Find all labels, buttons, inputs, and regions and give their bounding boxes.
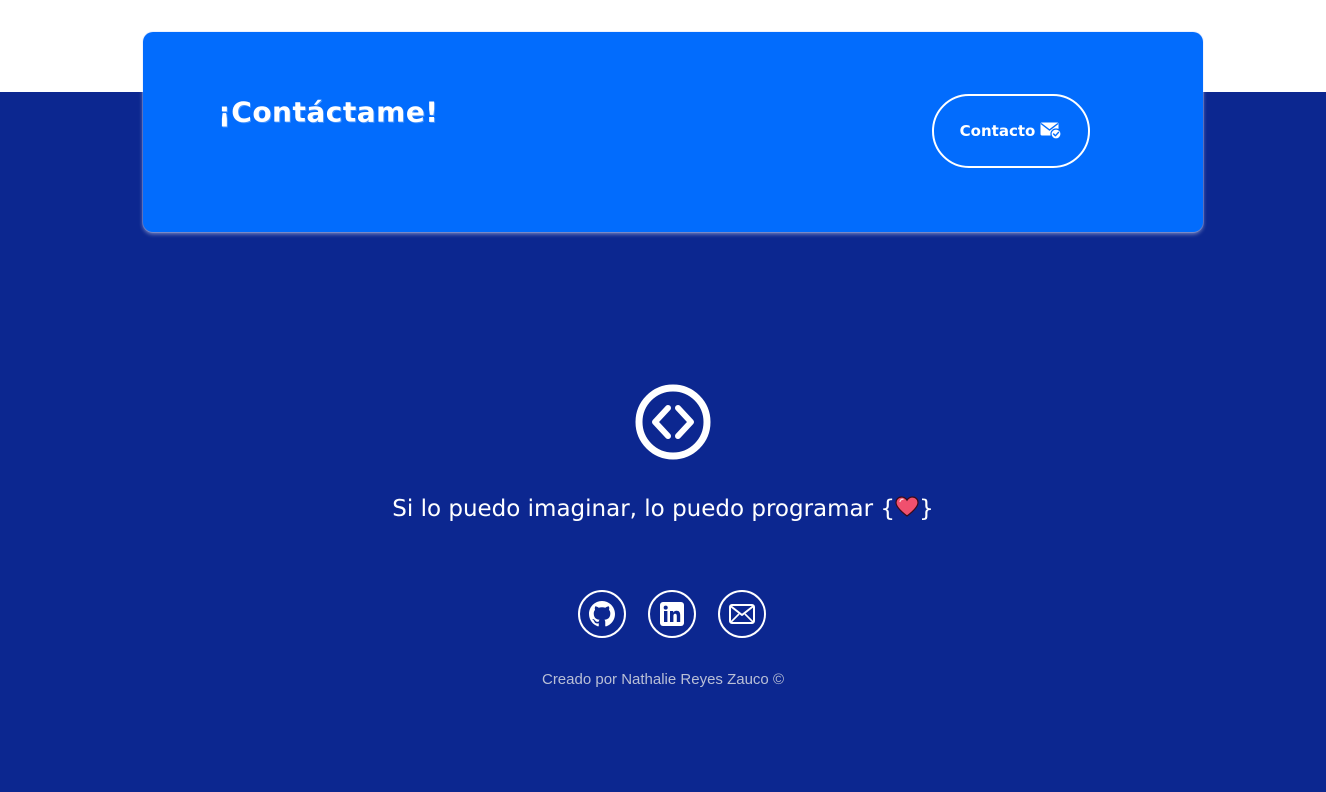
tagline-open-brace: {: [880, 496, 896, 522]
tagline: Si lo puedo imaginar, lo puedo programar…: [0, 496, 1326, 522]
heart-icon: [895, 496, 919, 518]
footer-credit: Creado por Nathalie Reyes Zauco ©: [541, 671, 784, 688]
linkedin-icon: [660, 602, 684, 626]
tagline-close-brace: }: [919, 496, 934, 522]
github-icon: [589, 601, 615, 627]
contact-button-label: Contacto: [959, 122, 1036, 140]
linkedin-link[interactable]: [648, 590, 696, 638]
github-link[interactable]: [578, 590, 626, 638]
contact-card: ¡Contáctame! Contacto: [143, 32, 1203, 232]
email-icon: [729, 604, 755, 624]
mail-check-icon: [1040, 122, 1062, 140]
email-link[interactable]: [718, 590, 766, 638]
contact-button[interactable]: Contacto: [932, 94, 1090, 168]
tagline-text: Si lo puedo imaginar, lo puedo programar: [392, 496, 874, 522]
code-brackets-circle-icon: [635, 384, 711, 460]
contact-heading: ¡Contáctame!: [218, 95, 439, 129]
